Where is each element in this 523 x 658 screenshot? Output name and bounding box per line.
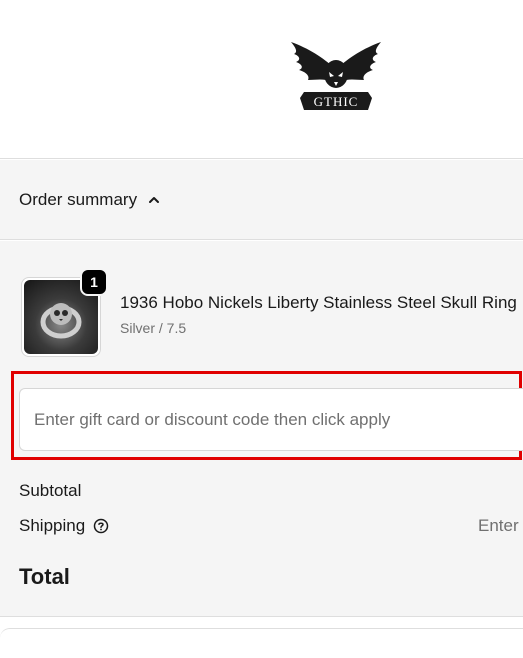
discount-code-input[interactable] <box>19 388 523 451</box>
checkout-header: GTHIC <box>0 0 523 159</box>
next-section-card <box>0 628 523 658</box>
chevron-up-icon <box>147 193 161 207</box>
logo-wordmark: GTHIC <box>314 94 359 109</box>
subtotal-label: Subtotal <box>19 481 82 500</box>
shipping-row: Shipping <box>19 516 109 536</box>
product-variant: Silver / 7.5 <box>120 320 187 336</box>
order-summary-label: Order summary <box>19 189 138 209</box>
shipping-value: Enter <box>478 516 519 535</box>
question-circle-icon[interactable] <box>93 518 109 534</box>
quantity-badge: 1 <box>80 268 108 296</box>
total-label: Total <box>19 564 70 589</box>
shipping-label: Shipping <box>19 516 86 535</box>
product-title: 1936 Hobo Nickels Liberty Stainless Stee… <box>120 293 517 312</box>
eagle-skull-logo-icon[interactable]: GTHIC <box>286 38 386 114</box>
order-summary-toggle[interactable]: Order summary <box>0 160 523 240</box>
